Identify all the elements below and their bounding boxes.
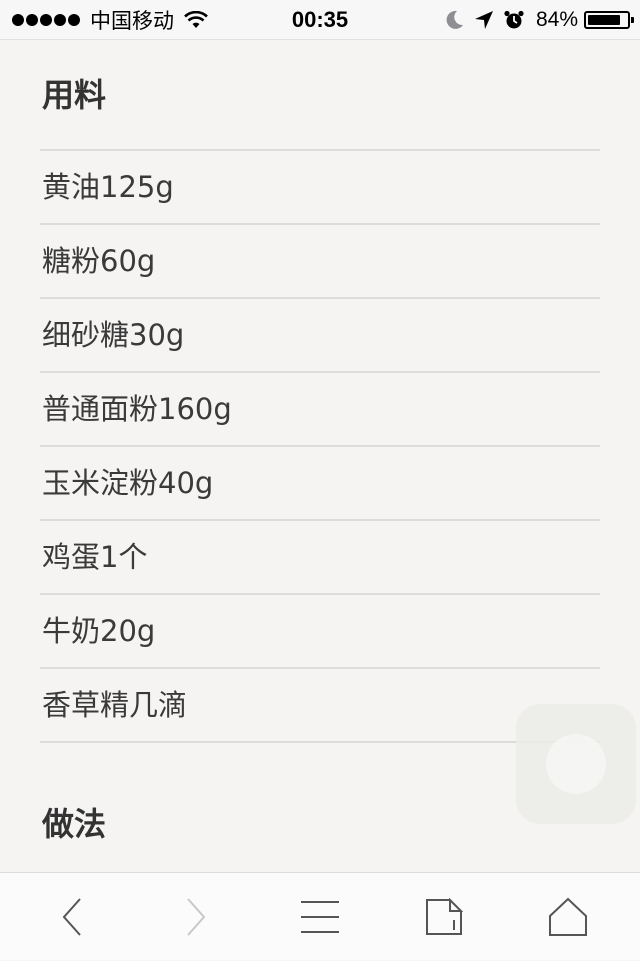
battery-tip (631, 17, 634, 23)
home-button[interactable] (528, 873, 608, 961)
ingredient-item: 黄油125g (40, 151, 600, 225)
assistive-touch-button[interactable] (516, 704, 636, 824)
back-icon (62, 898, 81, 936)
ingredients-title: 用料 (42, 76, 107, 114)
moon-icon (446, 10, 463, 29)
status-bar: 中国移动 00:35 84% (0, 0, 640, 40)
ingredient-item: 普通面粉160g (40, 373, 600, 447)
assistive-touch-ring (546, 734, 606, 794)
ingredient-item: 细砂糖30g (40, 299, 600, 373)
forward-icon (187, 898, 206, 936)
tabs-button[interactable] (404, 873, 484, 961)
battery-fill (588, 15, 620, 25)
home-icon (549, 897, 587, 936)
back-button[interactable] (32, 873, 112, 961)
battery-percent: 84% (535, 8, 578, 31)
menu-button[interactable] (280, 873, 360, 961)
browser-toolbar (0, 872, 640, 960)
forward-button[interactable] (156, 873, 236, 961)
battery-icon (584, 11, 634, 29)
menu-icon (301, 901, 339, 933)
recipe-content: 用料 黄油125g 糖粉60g 细砂糖30g 普通面粉160g 玉米淀粉40g 鸡蛋1个牛… (40, 40, 600, 743)
ingredient-list: 黄油125g 糖粉60g 细砂糖30g 普通面粉160g 玉米淀粉40g 鸡蛋1个 牛奶20… (40, 149, 600, 743)
status-right: 84% (436, 0, 634, 40)
ingredient-item: 玉米淀粉40g (40, 447, 600, 521)
ingredient-item: 糖粉60g (40, 225, 600, 299)
alarm-icon (504, 10, 524, 29)
location-arrow-icon (474, 11, 493, 29)
ingredient-item: 牛奶20g (40, 595, 600, 669)
ingredient-item: 鸡蛋1个 (40, 521, 600, 595)
method-title: 做法 (42, 805, 107, 843)
tabs-icon (426, 898, 463, 935)
